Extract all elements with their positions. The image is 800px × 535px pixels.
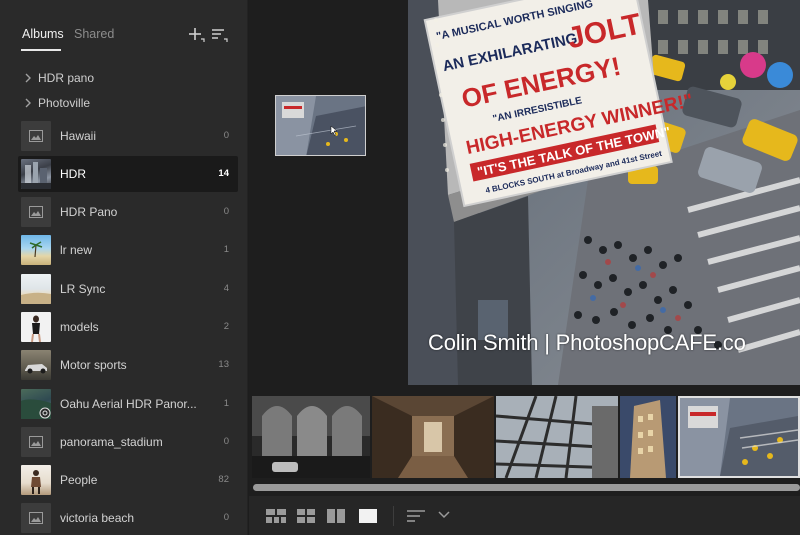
photo-preview[interactable]: "A MUSICAL WORTH SINGING AN EXHILARATING…	[408, 0, 800, 385]
album-thumbnail	[21, 274, 51, 304]
filmstrip-thumb[interactable]	[620, 396, 676, 478]
album-thumbnail	[21, 235, 51, 265]
album-item-hawaii[interactable]: Hawaii 0	[18, 118, 238, 154]
album-item-motor-sports[interactable]: Motor sports 13	[18, 347, 238, 383]
sand-thumbnail-art	[21, 292, 51, 304]
main-content: "A MUSICAL WORTH SINGING AN EXHILARATING…	[249, 0, 800, 535]
sort-menu-icon[interactable]	[407, 509, 427, 523]
album-label: Hawaii	[60, 129, 97, 143]
album-item-lr-sync[interactable]: LR Sync 4	[18, 271, 238, 307]
model-thumbnail-art	[31, 315, 41, 342]
album-item-hdr[interactable]: HDR 14	[18, 156, 238, 192]
album-count: 1	[223, 398, 229, 409]
album-label: victoria beach	[60, 511, 135, 525]
album-thumbnail	[21, 197, 51, 227]
album-thumbnail	[21, 465, 51, 495]
album-label: LR Sync	[60, 282, 106, 296]
image-placeholder-icon	[29, 206, 43, 218]
beach-thumbnail-art	[29, 241, 43, 258]
filmstrip-scrollbar[interactable]	[253, 484, 800, 491]
car-thumbnail-art	[25, 364, 47, 374]
active-tab-indicator	[21, 49, 61, 51]
image-placeholder-icon	[29, 512, 43, 524]
folder-label: Photoville	[38, 96, 91, 110]
album-label: HDR	[60, 167, 86, 181]
tab-shared[interactable]: Shared	[74, 27, 114, 41]
add-album-icon[interactable]	[188, 26, 206, 44]
steel-structure-thumb	[496, 396, 618, 478]
filmstrip	[249, 393, 800, 481]
album-thumbnail	[21, 389, 51, 419]
image-placeholder-icon	[29, 436, 43, 448]
interior-stairs-thumb	[372, 396, 494, 478]
view-toolbar	[249, 496, 800, 535]
album-label: People	[60, 473, 98, 487]
dragged-photo-thumbnail[interactable]	[275, 95, 366, 156]
album-thumbnail	[21, 121, 51, 151]
album-label: models	[60, 320, 99, 334]
album-count: 13	[218, 359, 229, 370]
chevron-down-icon[interactable]	[438, 511, 450, 519]
aerial-thumbnail-art	[21, 399, 51, 419]
album-count: 0	[223, 436, 229, 447]
photo-watermark: Colin Smith | PhotoshopCAFE.co	[428, 330, 746, 355]
album-item-people[interactable]: People 82	[18, 462, 238, 498]
album-count: 1	[223, 244, 229, 255]
album-item-hdr-pano[interactable]: HDR Pano 0	[18, 194, 238, 230]
filmstrip-thumb[interactable]	[252, 396, 370, 478]
building-tower-thumb	[620, 396, 676, 478]
times-square-photo: "A MUSICAL WORTH SINGING AN EXHILARATING…	[408, 0, 800, 385]
album-label: HDR Pano	[60, 205, 118, 219]
sort-icon[interactable]	[211, 26, 229, 44]
filmstrip-thumb-selected[interactable]	[678, 396, 800, 478]
compare-view-icon[interactable]	[327, 509, 345, 523]
albums-sidebar: Albums Shared HDR pano Photoville Hawaii…	[0, 0, 248, 535]
album-thumbnail	[21, 350, 51, 380]
folder-photoville[interactable]: Photoville	[0, 92, 248, 116]
album-item-models[interactable]: models 2	[18, 309, 238, 345]
album-thumbnail	[21, 503, 51, 533]
grid-view-icon[interactable]	[297, 509, 315, 523]
album-count: 2	[223, 321, 229, 332]
times-square-thumb-art	[276, 96, 365, 155]
album-item-oahu-aerial[interactable]: Oahu Aerial HDR Panor... 1	[18, 386, 238, 422]
tab-albums[interactable]: Albums	[22, 27, 64, 41]
detail-view-icon[interactable]	[359, 509, 377, 523]
album-item-lr-new[interactable]: lr new 1	[18, 232, 238, 268]
album-item-victoria-beach[interactable]: victoria beach 0	[18, 500, 238, 535]
album-count: 14	[218, 168, 229, 179]
times-square-thumb	[680, 398, 798, 476]
hdr-thumbnail-art	[21, 162, 51, 189]
album-label: Motor sports	[60, 358, 127, 372]
image-placeholder-icon	[29, 130, 43, 142]
filmstrip-thumb[interactable]	[372, 396, 494, 478]
scrollbar-thumb[interactable]	[253, 484, 800, 491]
album-item-panorama-stadium[interactable]: panorama_stadium 0	[18, 424, 238, 460]
people-thumbnail-art	[31, 470, 41, 494]
album-label: Oahu Aerial HDR Panor...	[60, 397, 197, 411]
square-grid-view-icon[interactable]	[266, 509, 286, 523]
sidebar-tabs: Albums Shared	[0, 0, 248, 56]
album-thumbnail	[21, 312, 51, 342]
album-count: 0	[223, 206, 229, 217]
toolbar-divider	[393, 506, 394, 526]
chevron-right-icon[interactable]	[22, 97, 34, 109]
album-label: lr new	[60, 243, 93, 257]
filmstrip-thumb[interactable]	[496, 396, 618, 478]
album-count: 0	[223, 130, 229, 141]
folder-label: HDR pano	[38, 71, 95, 85]
album-count: 82	[218, 474, 229, 485]
album-thumbnail	[21, 427, 51, 457]
album-count: 0	[223, 512, 229, 523]
album-thumbnail	[21, 159, 51, 189]
chevron-right-icon[interactable]	[22, 72, 34, 84]
theater-facade-thumb	[252, 396, 370, 478]
album-count: 4	[223, 283, 229, 294]
album-label: panorama_stadium	[60, 435, 163, 449]
folder-hdr-pano[interactable]: HDR pano	[0, 67, 248, 91]
